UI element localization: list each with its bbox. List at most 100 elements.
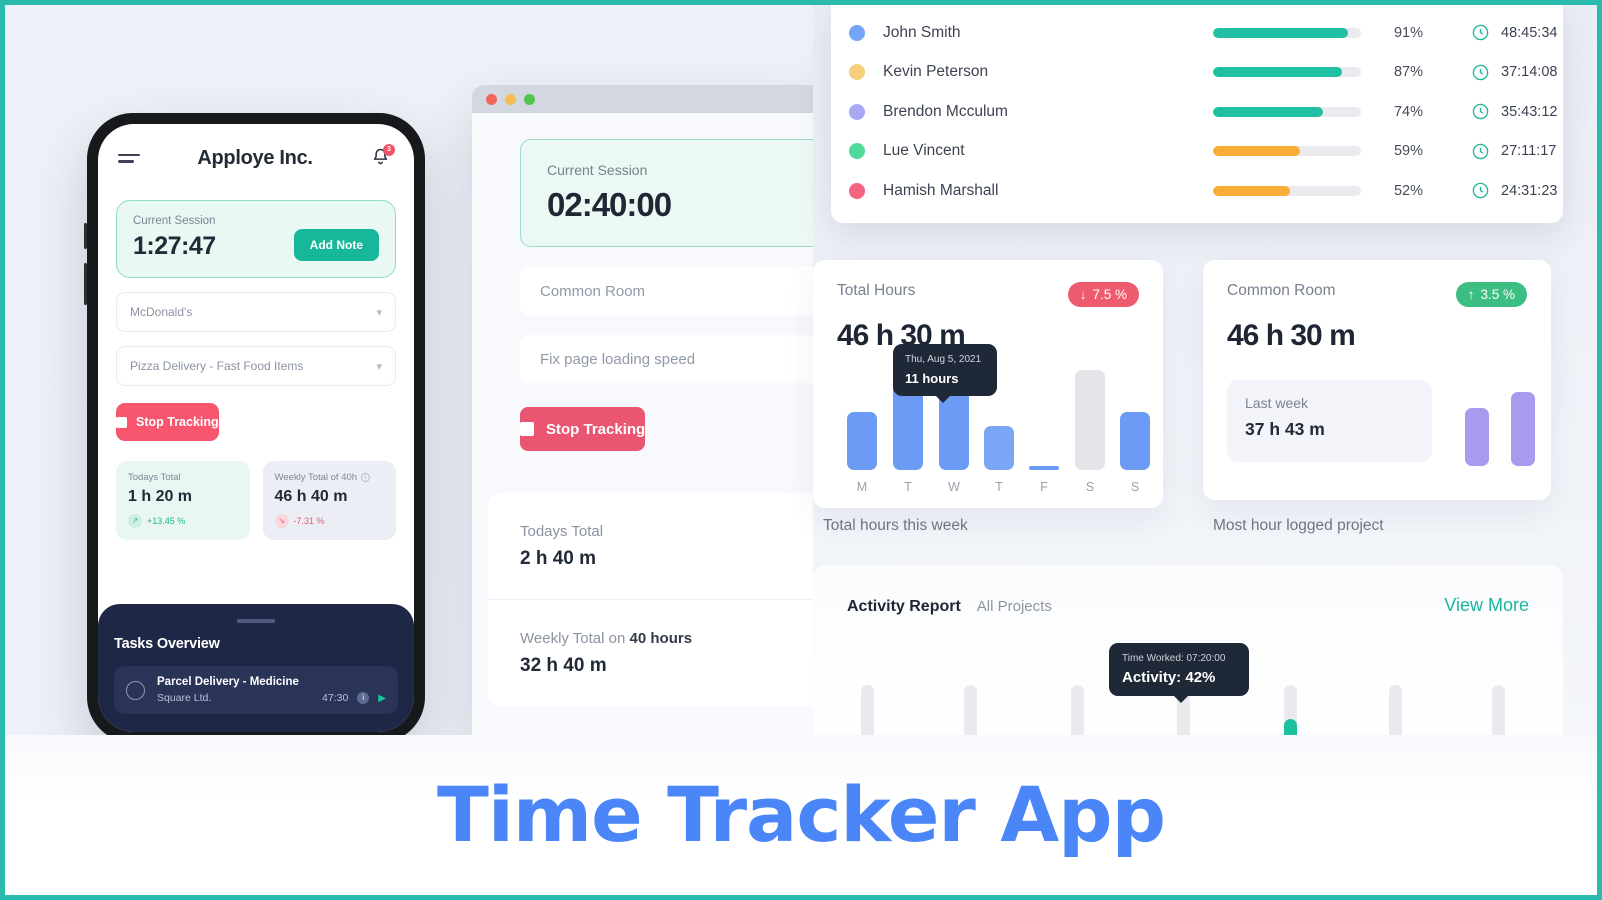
phone-stop-label: Stop Tracking bbox=[136, 415, 219, 429]
user-percent: 52% bbox=[1393, 182, 1423, 199]
window-minimize-button[interactable] bbox=[505, 93, 516, 105]
phone-todays-total-value: 1 h 20 m bbox=[128, 488, 193, 505]
user-time-cell: 35:43:12 bbox=[1471, 102, 1557, 121]
table-row[interactable]: John Smith 91% 48:45:34 bbox=[831, 13, 1563, 53]
progress-bar bbox=[1213, 185, 1361, 196]
user-time-cell: 24:31:23 bbox=[1471, 181, 1557, 200]
progress-bar bbox=[1213, 146, 1361, 157]
status-badge: ↑ 3.5 % bbox=[1455, 282, 1527, 307]
table-row[interactable]: Kevin Peterson 87% 37:14:08 bbox=[831, 53, 1563, 93]
tooltip-arrow bbox=[1173, 695, 1189, 703]
phone-todays-total-label: Todays Total bbox=[128, 472, 181, 483]
progress-bar bbox=[1213, 106, 1361, 117]
phone-weekly-total-value: 46 h 40 m bbox=[274, 488, 348, 505]
user-time-cell: 48:45:34 bbox=[1471, 23, 1557, 42]
user-time-cell: 37:14:08 bbox=[1471, 63, 1557, 82]
avatar bbox=[849, 143, 865, 160]
activity-report-filter[interactable]: All Projects bbox=[977, 598, 1052, 615]
phone-current-session-card: Current Session 1:27:47 Add Note bbox=[116, 200, 396, 278]
activity-report-header: Activity Report All Projects View More bbox=[813, 565, 1563, 616]
chart-tooltip: Thu, Aug 5, 2021 11 hours bbox=[893, 344, 997, 403]
avatar bbox=[849, 182, 865, 199]
clock-icon bbox=[1472, 103, 1489, 120]
info-icon[interactable]: i bbox=[357, 692, 370, 704]
user-time-cell: 27:11:17 bbox=[1471, 142, 1556, 161]
desktop-session-label: Current Session bbox=[547, 162, 648, 178]
clock-icon bbox=[1472, 182, 1489, 199]
window-close-button[interactable] bbox=[486, 93, 497, 105]
bar-label: W bbox=[948, 480, 960, 494]
user-name: Kevin Peterson bbox=[883, 63, 989, 81]
user-activity-list: John Smith 91% 48:45:34 Kevin Peterson 8… bbox=[831, 5, 1563, 223]
common-room-delta: 3.5 % bbox=[1480, 287, 1515, 302]
bar-label: T bbox=[904, 480, 912, 494]
tooltip-activity-percent: Activity: 42% bbox=[1122, 669, 1216, 686]
view-more-link[interactable]: View More bbox=[1444, 595, 1529, 616]
arrow-up-icon: ↑ bbox=[1467, 287, 1475, 302]
avatar bbox=[849, 64, 865, 81]
user-time: 37:14:08 bbox=[1501, 64, 1558, 81]
task-checkbox-icon[interactable] bbox=[126, 680, 145, 700]
avatar bbox=[849, 103, 865, 120]
notification-bell-icon[interactable]: 3 bbox=[370, 144, 395, 170]
total-hours-delta: 7.5 % bbox=[1092, 287, 1127, 302]
drag-handle[interactable] bbox=[237, 619, 275, 623]
room-bar bbox=[1511, 392, 1535, 466]
desktop-stop-label: Stop Tracking bbox=[546, 420, 646, 438]
phone-stop-tracking-button[interactable]: Stop Tracking bbox=[116, 403, 219, 441]
trend-down-icon: ↘ bbox=[274, 514, 289, 528]
progress-bar bbox=[1213, 27, 1361, 38]
stop-square-icon bbox=[520, 422, 534, 436]
task-time: 47:30 bbox=[322, 692, 349, 704]
user-time: 48:45:34 bbox=[1501, 24, 1558, 41]
activity-report-title: Activity Report bbox=[847, 598, 961, 615]
common-room-card: Common Room ↑ 3.5 % 46 h 30 m Last week … bbox=[1203, 260, 1551, 500]
user-percent: 91% bbox=[1393, 24, 1423, 41]
room-bar bbox=[1465, 408, 1489, 466]
tooltip-hours-value: 11 hours bbox=[905, 371, 959, 386]
bar-label: S bbox=[1130, 480, 1140, 494]
desktop-weekly-total-label: Weekly Total on bbox=[520, 629, 630, 647]
tooltip-time-worked: Time Worked: 07:20:00 bbox=[1122, 653, 1226, 664]
total-hours-card: Total Hours ↓ 7.5 % 46 h 30 m M T W T F … bbox=[813, 260, 1163, 508]
user-name: Lue Vincent bbox=[883, 142, 965, 160]
task-name: Parcel Delivery - Medicine bbox=[157, 676, 299, 688]
window-maximize-button[interactable] bbox=[524, 93, 535, 105]
table-row[interactable]: Lue Vincent 59% 27:11:17 bbox=[831, 132, 1563, 172]
user-time: 24:31:23 bbox=[1501, 182, 1558, 199]
bar-label: S bbox=[1085, 480, 1095, 494]
phone-add-note-button[interactable]: Add Note bbox=[293, 229, 379, 261]
bar-label: T bbox=[995, 480, 1003, 494]
poster-frame: Apploye Inc. 3 Current Session 1:27:47 A… bbox=[0, 0, 1602, 900]
last-week-box: Last week 37 h 43 m bbox=[1227, 380, 1432, 462]
clock-icon bbox=[1472, 143, 1489, 160]
status-badge: ↓ 7.5 % bbox=[1067, 282, 1139, 307]
info-icon[interactable]: i bbox=[361, 473, 371, 482]
phone-screen: Apploye Inc. 3 Current Session 1:27:47 A… bbox=[98, 124, 414, 732]
activity-tooltip: Time Worked: 07:20:00 Activity: 42% bbox=[1109, 643, 1249, 703]
phone-stats-row: Todays Total 1 h 20 m ↗ +13.45 % Weekly … bbox=[116, 461, 396, 540]
avatar bbox=[849, 24, 865, 41]
last-week-value: 37 h 43 m bbox=[1245, 419, 1325, 439]
bar-label: F bbox=[1040, 480, 1048, 494]
phone-project-select[interactable]: McDonald's ▾ bbox=[116, 292, 396, 332]
table-row[interactable]: Brendon Mcculum 74% 35:43:12 bbox=[831, 92, 1563, 132]
phone-todays-total-card: Todays Total 1 h 20 m ↗ +13.45 % bbox=[116, 461, 250, 540]
clock-icon bbox=[1472, 64, 1489, 81]
desktop-stop-tracking-button[interactable]: Stop Tracking bbox=[520, 407, 646, 451]
common-room-caption: Most hour logged project bbox=[1213, 517, 1384, 534]
user-name: Brendon Mcculum bbox=[883, 102, 1008, 120]
play-icon[interactable]: ▶ bbox=[378, 693, 386, 704]
page-title: Time Tracker App bbox=[436, 770, 1166, 859]
user-percent: 74% bbox=[1393, 103, 1423, 120]
user-name: Hamish Marshall bbox=[883, 181, 999, 199]
hamburger-menu-icon[interactable] bbox=[118, 150, 140, 167]
weekly-hours-bar-chart: M T W T F S S Thu, Aug 5, 2021 11 hours bbox=[837, 344, 1150, 494]
phone-task-select[interactable]: Pizza Delivery - Fast Food Items ▾ bbox=[116, 346, 396, 386]
total-hours-caption: Total hours this week bbox=[823, 517, 968, 534]
task-row[interactable]: Parcel Delivery - Medicine Square Ltd. 4… bbox=[114, 666, 398, 714]
phone-weekly-total-card: Weekly Total of 40h i 46 h 40 m ↘ -7.31 … bbox=[262, 461, 396, 540]
chevron-down-icon: ▾ bbox=[376, 360, 382, 373]
clock-icon bbox=[1472, 24, 1489, 41]
table-row[interactable]: Hamish Marshall 52% 24:31:23 bbox=[831, 171, 1563, 211]
